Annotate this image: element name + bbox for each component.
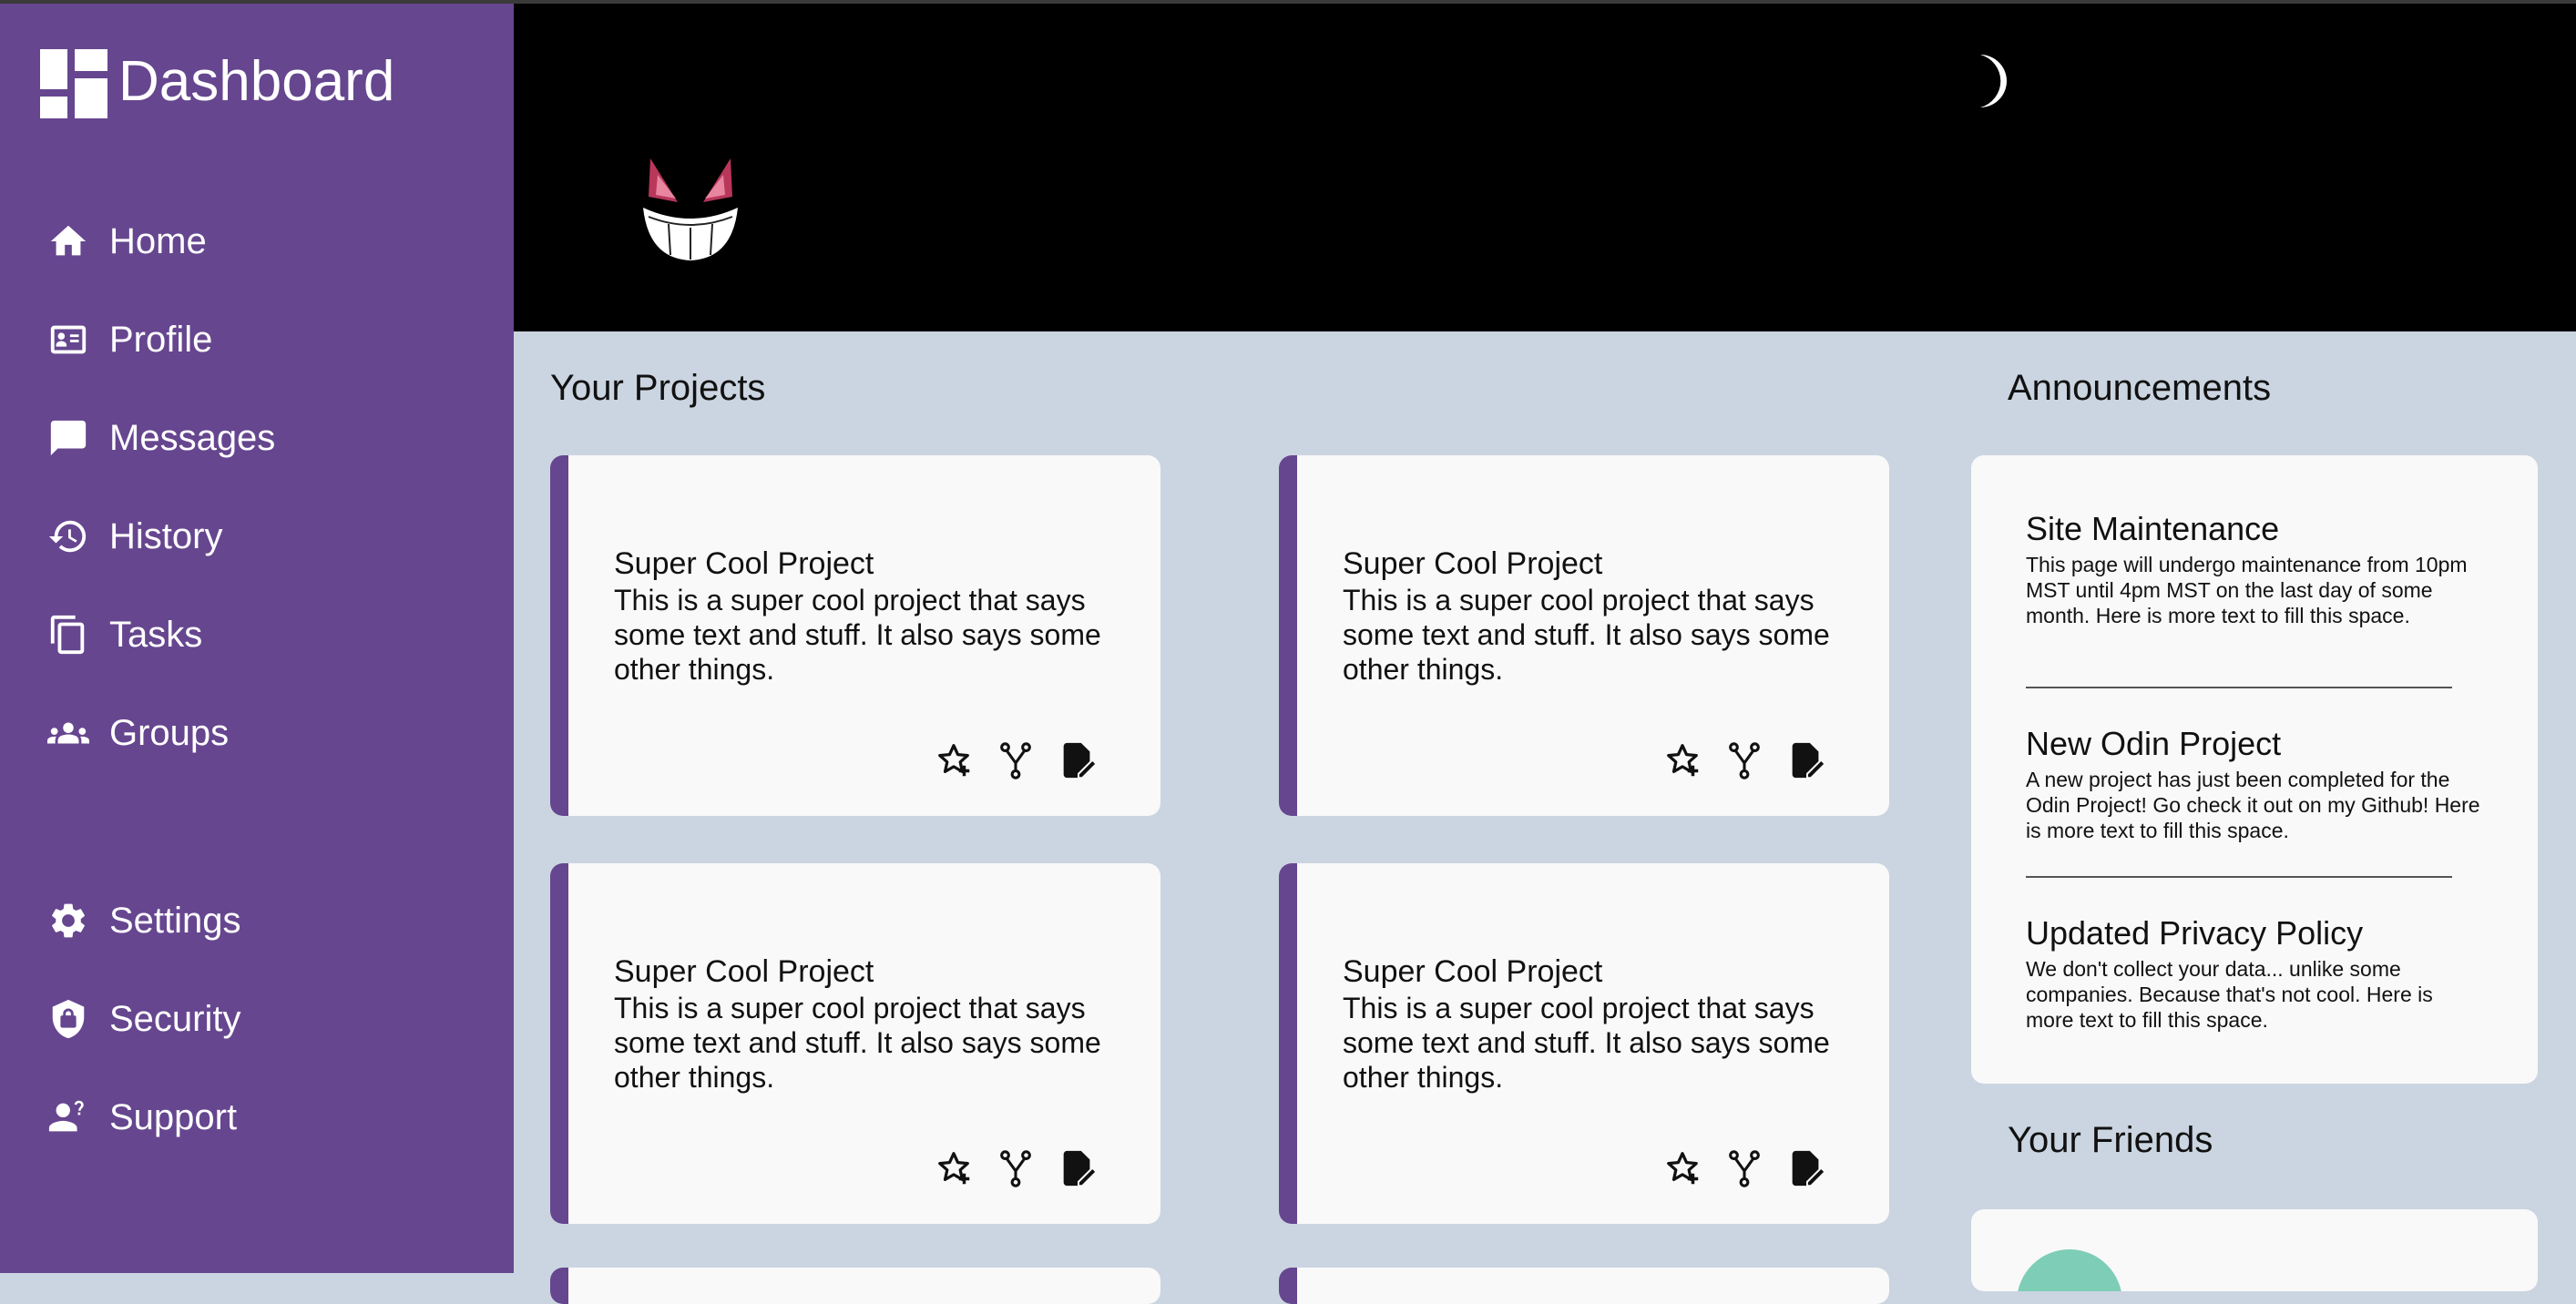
announcement-item: Updated Privacy Policy We don't collect … — [2026, 914, 2481, 1033]
announcement-title: New Odin Project — [2026, 725, 2282, 762]
avatar[interactable] — [2017, 1249, 2122, 1291]
brand: Dashboard — [40, 47, 394, 120]
star-add-icon[interactable] — [1661, 1147, 1703, 1189]
project-card[interactable]: Super Cool Project This is a super cool … — [1279, 863, 1889, 1224]
announcement-title: Site Maintenance — [2026, 510, 2280, 547]
star-add-icon[interactable] — [933, 1147, 975, 1189]
project-description: This is a super cool project that says s… — [1343, 584, 1830, 686]
announcement-text: We don't collect your data... unlike som… — [2026, 957, 2433, 1032]
announcement-item: New Odin Project A new project has just … — [2026, 725, 2481, 843]
sidebar-item-label: Profile — [109, 319, 213, 360]
fork-icon[interactable] — [995, 1147, 1037, 1189]
sidebar-item-label: Home — [109, 220, 207, 261]
home-icon — [50, 225, 87, 256]
project-actions — [933, 1147, 1106, 1193]
announcements-panel: Site Maintenance This page will undergo … — [1971, 455, 2538, 1084]
edit-file-icon[interactable] — [1057, 739, 1099, 781]
window-top-edge — [0, 0, 2576, 4]
sidebar-item-label: Security — [109, 998, 241, 1039]
support-icon — [48, 1100, 84, 1132]
sidebar-item-label: Settings — [109, 900, 241, 941]
card-accent — [1279, 863, 1297, 1224]
gear-icon — [52, 903, 85, 938]
dashboard-icon — [40, 49, 107, 118]
sidebar-item-messages[interactable]: Messages — [47, 406, 275, 470]
sidebar-item-label: Support — [109, 1096, 238, 1137]
project-description: This is a super cool project that says s… — [1343, 992, 1830, 1094]
divider — [2026, 687, 2452, 688]
divider — [2026, 876, 2452, 878]
star-add-icon[interactable] — [1661, 739, 1703, 781]
friends-panel — [1971, 1209, 2538, 1291]
sidebar-item-tasks[interactable]: Tasks — [47, 603, 202, 667]
moon-icon[interactable] — [1969, 53, 2009, 109]
star-add-icon[interactable] — [933, 739, 975, 781]
fork-icon[interactable] — [995, 739, 1037, 781]
projects-heading: Your Projects — [550, 368, 766, 408]
card-accent — [1279, 1268, 1297, 1304]
sidebar-item-label: History — [109, 515, 223, 556]
sidebar-item-label: Groups — [109, 712, 230, 753]
sidebar-item-groups[interactable]: Groups — [47, 701, 229, 765]
fork-icon[interactable] — [1723, 1147, 1765, 1189]
sidebar-item-label: Messages — [109, 417, 276, 458]
sidebar-item-settings[interactable]: Settings — [47, 889, 241, 953]
project-actions — [1661, 739, 1835, 785]
sidebar-item-label: Tasks — [109, 614, 203, 655]
project-title: Super Cool Project — [614, 954, 874, 989]
sidebar-item-profile[interactable]: Profile — [47, 308, 212, 372]
announcements-heading: Announcements — [2008, 368, 2272, 408]
announcement-text: A new project has just been completed fo… — [2026, 768, 2480, 842]
profile-card-icon — [50, 325, 87, 354]
announcement-title: Updated Privacy Policy — [2026, 914, 2364, 952]
sidebar-item-home[interactable]: Home — [47, 209, 207, 273]
announcement-item: Site Maintenance This page will undergo … — [2026, 510, 2481, 628]
header-banner — [514, 0, 2576, 331]
project-card[interactable] — [1279, 1268, 1889, 1304]
project-card[interactable]: Super Cool Project This is a super cool … — [1279, 455, 1889, 816]
history-icon — [48, 520, 87, 553]
edit-file-icon[interactable] — [1057, 1147, 1099, 1189]
sidebar-item-history[interactable]: History — [47, 504, 222, 568]
card-accent — [550, 863, 568, 1224]
card-accent — [550, 1268, 568, 1304]
sidebar-title: Dashboard — [118, 50, 395, 113]
gengar-face-icon — [643, 158, 738, 260]
edit-file-icon[interactable] — [1785, 1147, 1827, 1189]
project-description: This is a super cool project that says s… — [614, 992, 1101, 1094]
sidebar-item-security[interactable]: Security — [47, 987, 241, 1051]
project-card[interactable] — [550, 1268, 1160, 1304]
message-icon — [50, 420, 87, 456]
fork-icon[interactable] — [1723, 739, 1765, 781]
project-card[interactable]: Super Cool Project This is a super cool … — [550, 455, 1160, 816]
project-title: Super Cool Project — [1343, 954, 1603, 989]
shield-lock-icon — [52, 999, 85, 1039]
announcement-text: This page will undergo maintenance from … — [2026, 553, 2468, 627]
friends-heading: Your Friends — [2008, 1120, 2213, 1160]
tasks-icon — [50, 615, 85, 655]
sidebar: Dashboard Home Profile Messages History … — [0, 0, 514, 1273]
edit-file-icon[interactable] — [1785, 739, 1827, 781]
project-title: Super Cool Project — [614, 546, 874, 581]
sidebar-item-support[interactable]: Support — [47, 1085, 237, 1149]
project-title: Super Cool Project — [1343, 546, 1603, 581]
project-actions — [1661, 1147, 1835, 1193]
card-accent — [550, 455, 568, 816]
groups-icon — [47, 722, 89, 744]
project-actions — [933, 739, 1106, 785]
project-description: This is a super cool project that says s… — [614, 584, 1101, 686]
card-accent — [1279, 455, 1297, 816]
project-card[interactable]: Super Cool Project This is a super cool … — [550, 863, 1160, 1224]
